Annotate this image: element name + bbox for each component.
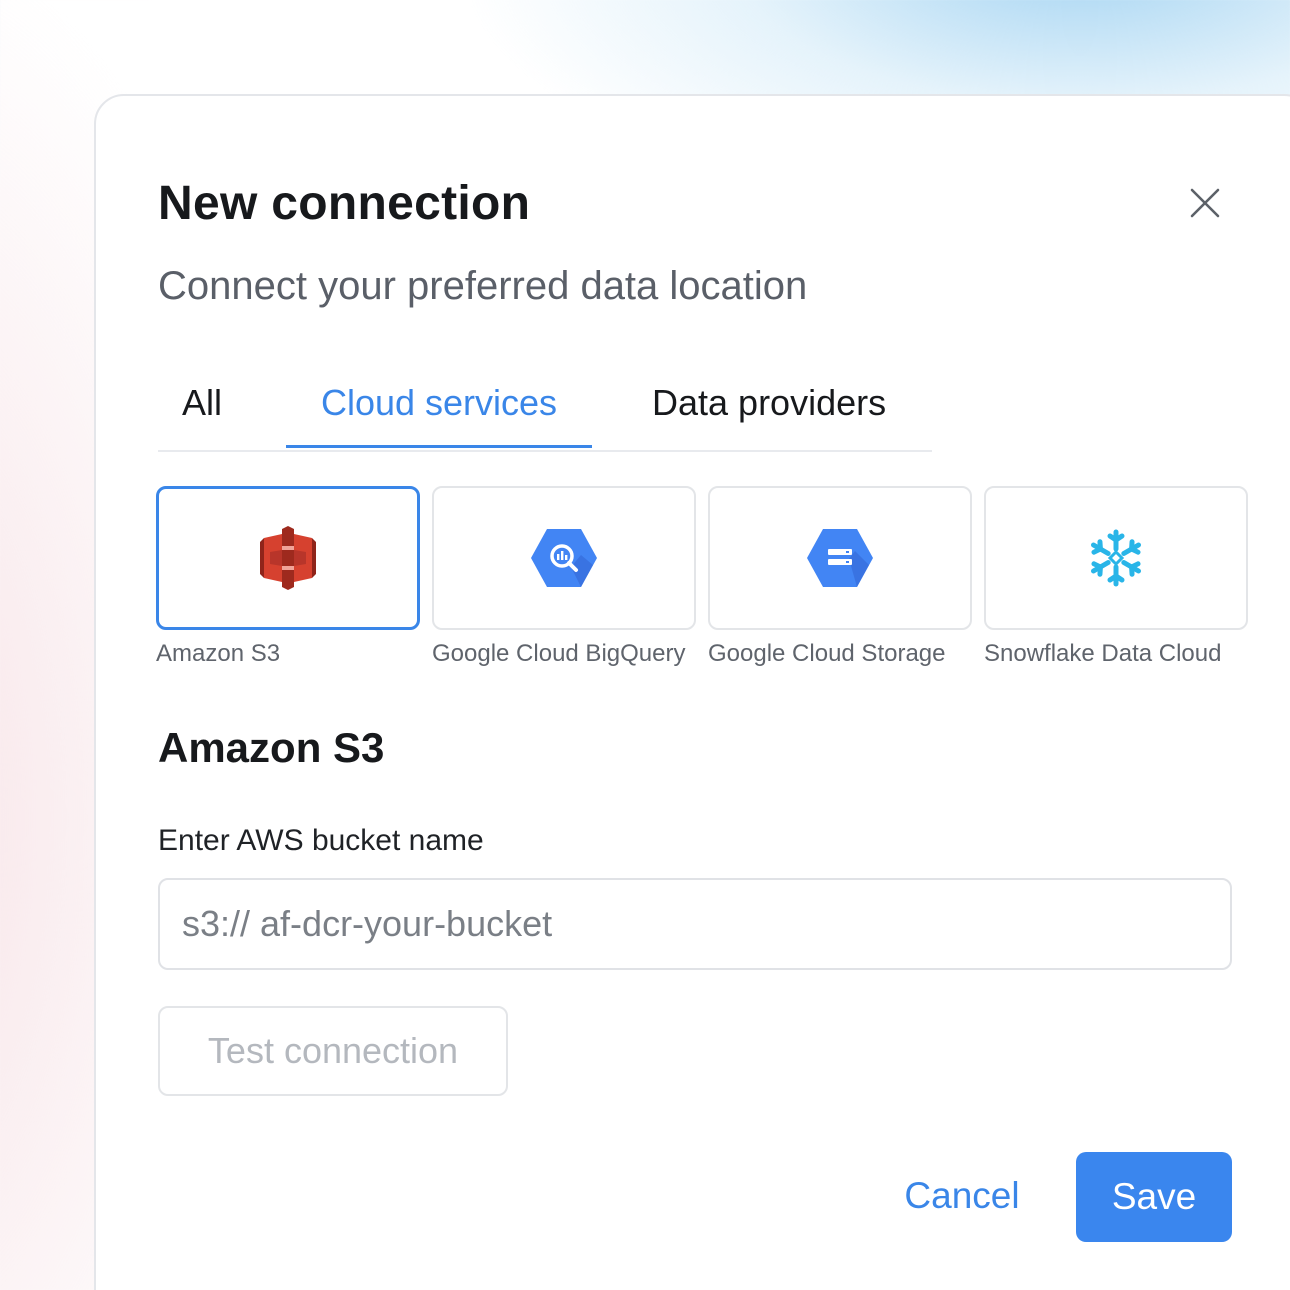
test-connection-button[interactable]: Test connection xyxy=(158,1006,508,1096)
service-label-cloud-storage: Google Cloud Storage xyxy=(708,640,946,667)
service-option-amazon-s3: Amazon S3 xyxy=(156,486,420,668)
service-card-amazon-s3[interactable] xyxy=(156,486,420,630)
service-card-cloud-storage[interactable] xyxy=(708,486,972,630)
snowflake-icon xyxy=(1090,529,1142,587)
new-connection-dialog: New connection Connect your preferred da… xyxy=(94,94,1290,1290)
close-icon[interactable] xyxy=(1188,186,1222,220)
cloud-storage-icon xyxy=(807,529,873,587)
service-label-snowflake: Snowflake Data Cloud xyxy=(984,640,1222,667)
tab-cloud-services[interactable]: Cloud services xyxy=(286,382,592,448)
save-button[interactable]: Save xyxy=(1076,1152,1232,1242)
tab-all[interactable]: All xyxy=(182,382,222,448)
service-label-amazon-s3: Amazon S3 xyxy=(156,640,281,667)
cancel-button[interactable]: Cancel xyxy=(892,1152,1032,1240)
service-option-bigquery: Google Cloud BigQuery xyxy=(432,486,696,668)
tab-bar: All Cloud services Data providers xyxy=(158,376,932,452)
dialog-title: New connection xyxy=(158,177,531,230)
bigquery-icon xyxy=(531,529,597,587)
bucket-name-label: Enter AWS bucket name xyxy=(158,824,484,857)
section-title: Amazon S3 xyxy=(158,724,385,771)
service-option-snowflake: Snowflake Data Cloud xyxy=(984,486,1248,668)
service-label-bigquery: Google Cloud BigQuery xyxy=(432,640,686,667)
tab-data-providers[interactable]: Data providers xyxy=(652,382,886,448)
bucket-name-input[interactable] xyxy=(158,878,1232,970)
service-card-snowflake[interactable] xyxy=(984,486,1248,630)
amazon-s3-icon xyxy=(260,526,316,590)
service-option-cloud-storage: Google Cloud Storage xyxy=(708,486,972,668)
service-card-bigquery[interactable] xyxy=(432,486,696,630)
dialog-subtitle: Connect your preferred data location xyxy=(158,264,808,308)
